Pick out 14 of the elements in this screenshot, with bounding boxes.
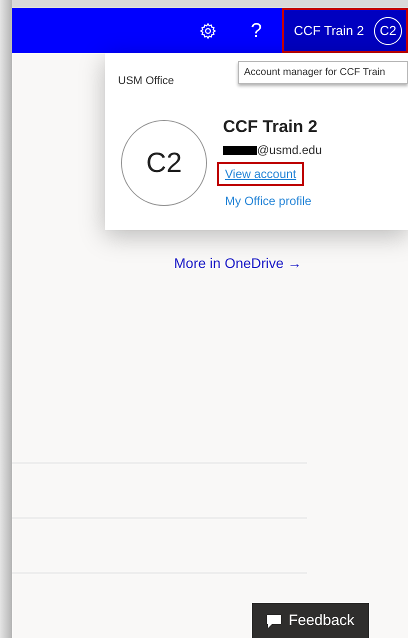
- avatar-initials: C2: [121, 120, 207, 206]
- feedback-button[interactable]: Feedback: [252, 603, 369, 638]
- account-button[interactable]: CCF Train 2 C2: [282, 8, 408, 53]
- organization-name: USM Office: [118, 74, 174, 89]
- account-link[interactable]: View account: [217, 162, 304, 186]
- account-link[interactable]: My Office profile: [217, 189, 320, 213]
- tooltip: Account manager for CCF Train: [238, 61, 408, 84]
- settings-icon[interactable]: [198, 22, 217, 40]
- chat-bubble-icon: [266, 614, 281, 628]
- avatar-initials: C2: [374, 16, 402, 44]
- more-in-onedrive-link[interactable]: More in OneDrive →: [174, 253, 302, 274]
- help-button[interactable]: ?: [250, 16, 262, 46]
- account-email: @usmd.edu: [257, 142, 322, 159]
- account-name: CCF Train 2: [223, 116, 318, 138]
